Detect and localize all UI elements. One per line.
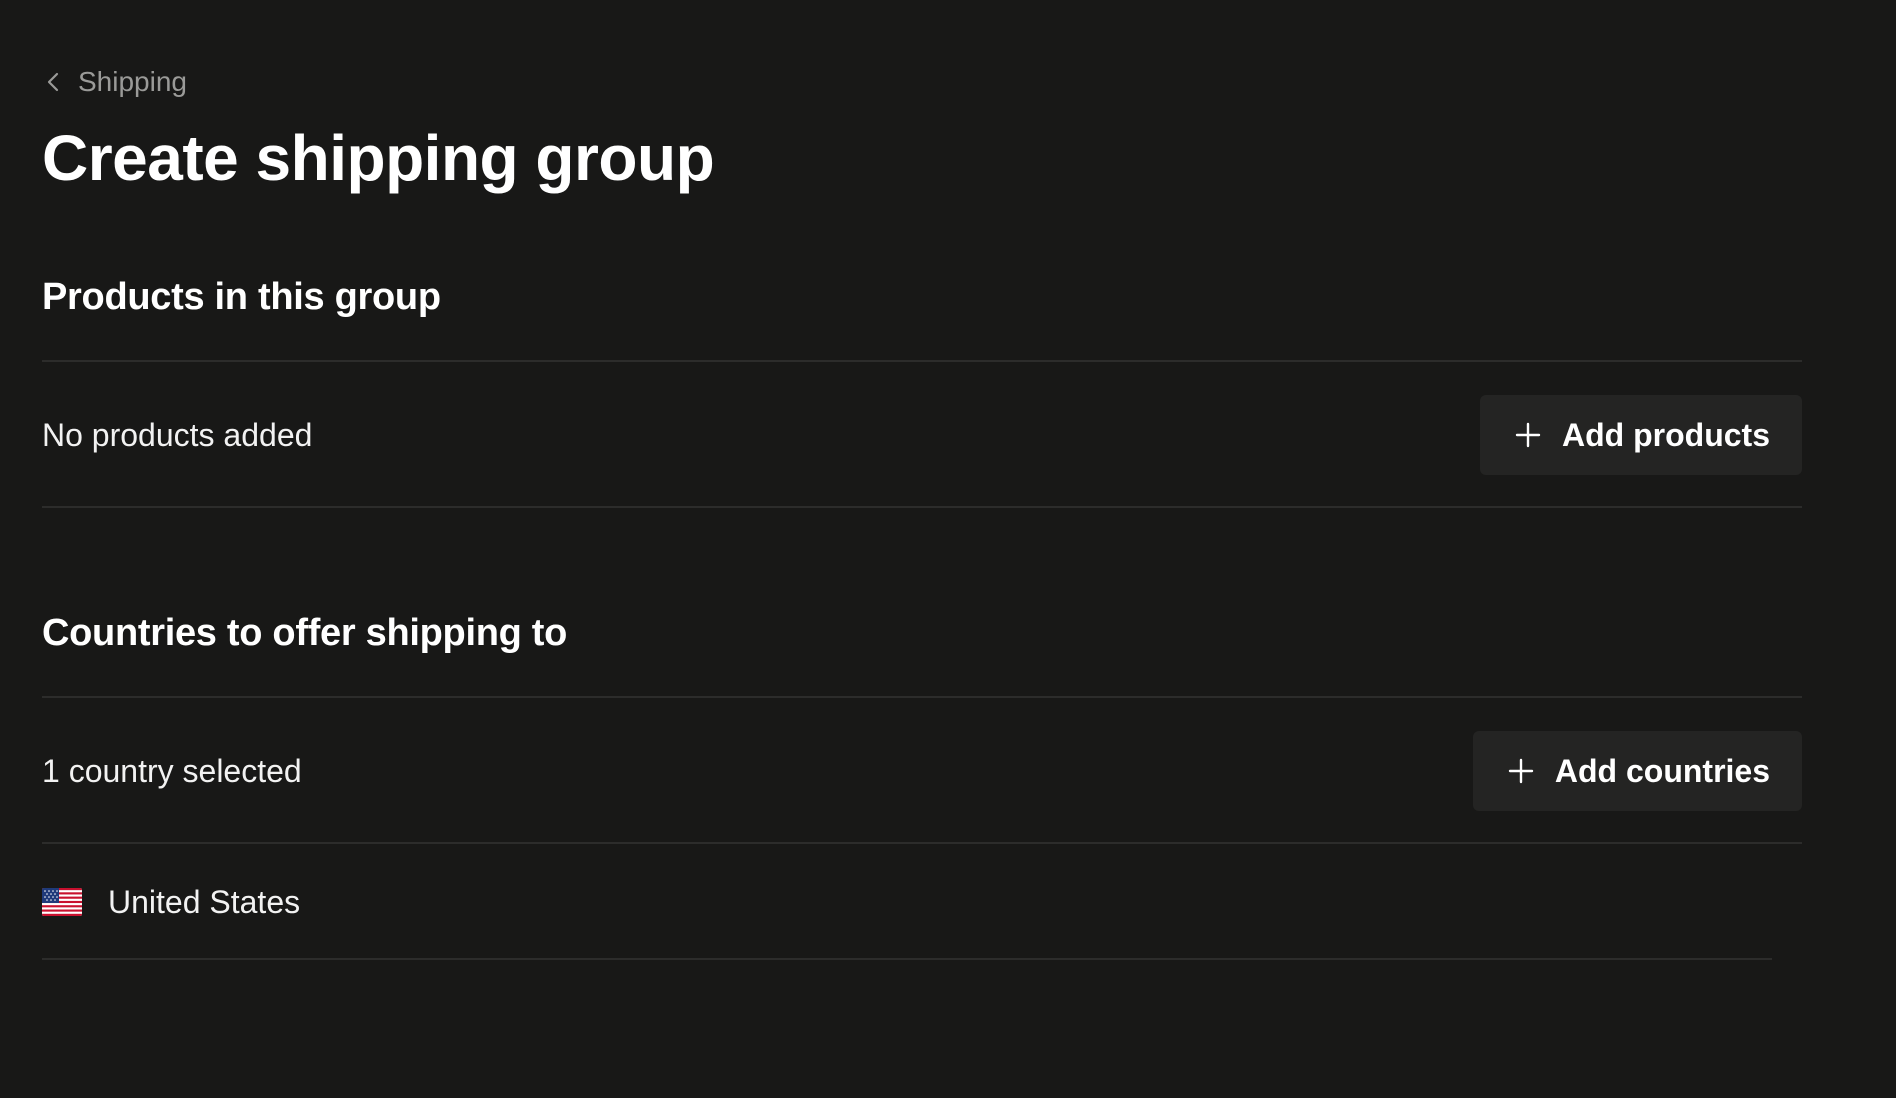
countries-section-title: Countries to offer shipping to	[42, 612, 568, 654]
country-name: United States	[108, 883, 301, 920]
products-section-title: Products in this group	[42, 276, 441, 318]
plus-icon	[1507, 757, 1535, 785]
breadcrumb-back-link[interactable]: Shipping	[42, 62, 187, 102]
products-status-text: No products added	[42, 417, 313, 453]
country-list-item: United States	[42, 882, 300, 922]
us-flag-icon	[42, 888, 82, 916]
plus-icon	[1514, 421, 1542, 449]
products-top-divider	[42, 360, 1802, 362]
country-row-divider	[42, 958, 1772, 960]
countries-status-text: 1 country selected	[42, 753, 302, 789]
add-countries-label: Add countries	[1554, 752, 1770, 789]
chevron-left-icon	[42, 70, 66, 94]
countries-list-divider	[42, 842, 1802, 844]
products-bottom-divider	[42, 506, 1802, 508]
breadcrumb-label: Shipping	[78, 66, 187, 97]
countries-top-divider	[42, 696, 1802, 698]
add-countries-button[interactable]: Add countries	[1472, 731, 1802, 811]
page-title: Create shipping group	[42, 122, 715, 194]
add-products-label: Add products	[1562, 416, 1770, 453]
add-products-button[interactable]: Add products	[1480, 395, 1802, 475]
